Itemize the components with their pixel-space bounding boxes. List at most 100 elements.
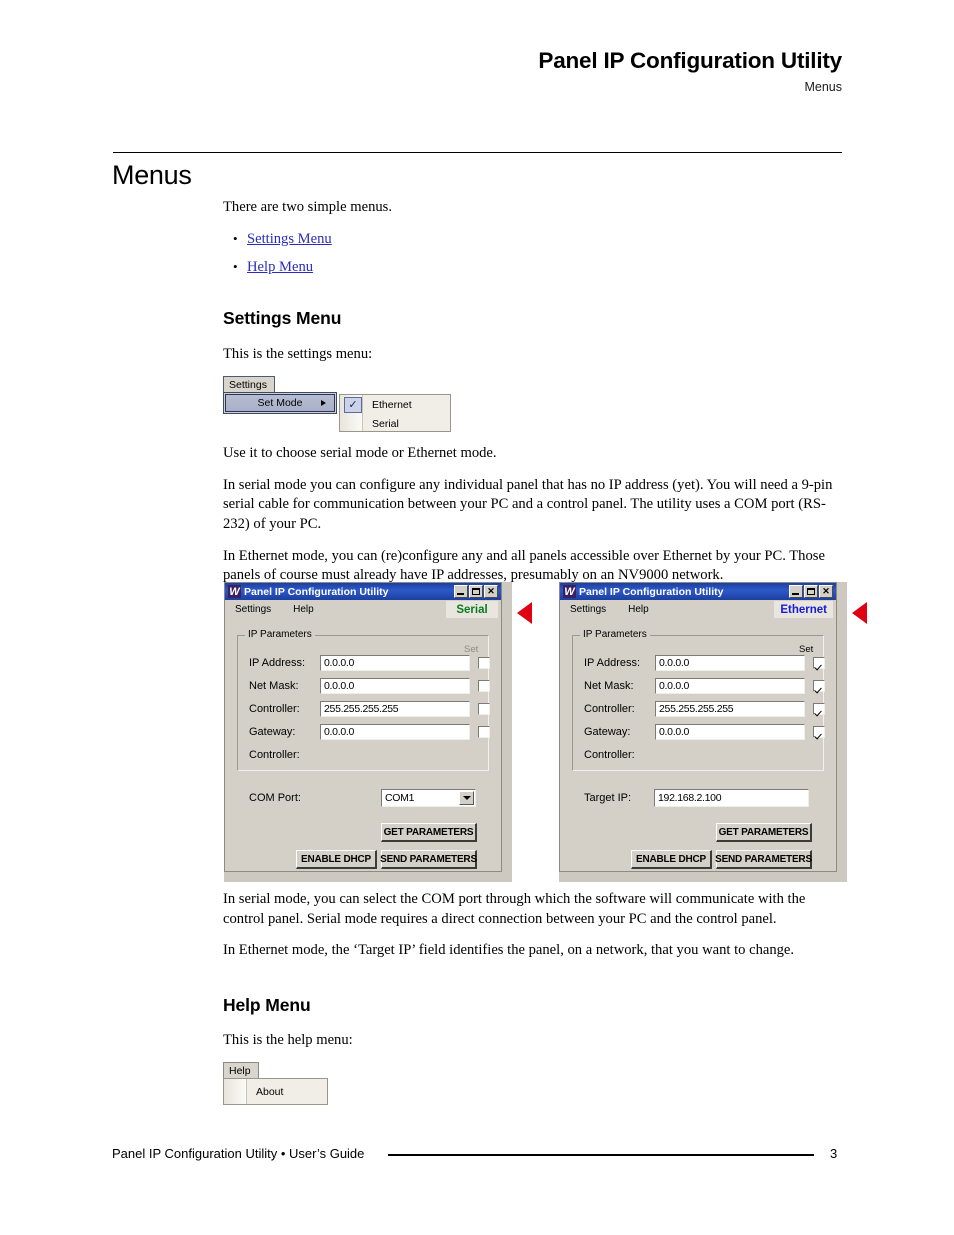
serial-checkbox-net-mask[interactable] [478, 680, 490, 692]
serial-label-com-port: COM Port: [249, 792, 301, 804]
serial-explanation-paragraph: In serial mode, you can select the COM p… [223, 891, 806, 927]
serial-enable-dhcp-button[interactable]: ENABLE DHCP [296, 850, 377, 869]
help-dropdown-panel: About [223, 1078, 328, 1106]
serial-input-controller[interactable]: 255.255.255.255 [320, 701, 470, 717]
close-icon[interactable]: ✕ [819, 585, 833, 598]
chevron-right-icon [321, 400, 326, 407]
header-title: Panel IP Configuration Utility [538, 48, 842, 73]
ethernet-label-controller-status: Controller: [584, 749, 635, 761]
serial-label-gateway: Gateway: [249, 726, 296, 738]
header-subtitle: Menus [804, 80, 842, 94]
serial-send-parameters-button[interactable]: SEND PARAMETERS [380, 850, 477, 869]
chevron-down-icon[interactable] [459, 791, 474, 805]
serial-window-title: Panel IP Configuration Utility [244, 585, 389, 598]
submenu-item-serial-label: Serial [372, 417, 399, 430]
serial-menu-settings[interactable]: Settings [235, 604, 271, 615]
ethernet-label-controller: Controller: [584, 703, 635, 715]
ethernet-titlebar: Panel IP Configuration Utility ✕ [560, 583, 836, 600]
settings-caption: This is the settings menu: [223, 345, 373, 362]
link-help-menu[interactable]: Help Menu [247, 259, 313, 275]
menubar-settings-tab[interactable]: Settings [223, 376, 275, 394]
heading-settings-menu: Settings Menu [223, 307, 342, 328]
link-settings-menu[interactable]: Settings Menu [247, 231, 332, 247]
settings-paragraph-1: Use it to choose serial mode or Ethernet… [223, 445, 497, 462]
serial-combo-com-port[interactable]: COM1 [381, 789, 476, 807]
ethernet-window-title: Panel IP Configuration Utility [579, 585, 724, 598]
ethernet-input-net-mask[interactable]: 0.0.0.0 [655, 678, 805, 694]
page-title: Menus [112, 160, 192, 190]
help-menu-item-about-label: About [256, 1085, 284, 1098]
serial-input-ip-address[interactable]: 0.0.0.0 [320, 655, 470, 671]
ethernet-input-gateway[interactable]: 0.0.0.0 [655, 724, 805, 740]
ethernet-checkbox-ip-address[interactable] [813, 657, 825, 669]
ethernet-label-net-mask: Net Mask: [584, 680, 634, 692]
app-logo-icon [228, 585, 241, 598]
help-caption: This is the help menu: [223, 1031, 353, 1048]
intro-lead: There are two simple menus. [223, 199, 392, 215]
close-icon[interactable]: ✕ [484, 585, 498, 598]
ethernet-dialog-window: Panel IP Configuration Utility ✕ Setting… [559, 582, 837, 872]
ethernet-checkbox-controller[interactable] [813, 703, 825, 715]
ethernet-send-parameters-button[interactable]: SEND PARAMETERS [715, 850, 812, 869]
help-menu-item-about[interactable]: About [224, 1079, 327, 1104]
ethernet-group-title: IP Parameters [580, 629, 650, 640]
submenu-item-ethernet[interactable]: ✓ Ethernet [340, 395, 450, 414]
submenu-item-serial[interactable]: Serial [340, 414, 450, 433]
ethernet-menu-help[interactable]: Help [628, 604, 649, 615]
serial-get-parameters-button[interactable]: GET PARAMETERS [381, 823, 477, 842]
serial-mode-indicator: Serial [446, 601, 498, 618]
submenu-item-ethernet-label: Ethernet [372, 398, 412, 411]
ethernet-callout-arrow-icon [852, 602, 867, 624]
ethernet-enable-dhcp-button[interactable]: ENABLE DHCP [631, 850, 712, 869]
ethernet-window-controls: ✕ [789, 585, 833, 598]
footer-text: Panel IP Configuration Utility • User’s … [112, 1146, 365, 1161]
ethernet-menu-settings[interactable]: Settings [570, 604, 606, 615]
serial-label-controller: Controller: [249, 703, 300, 715]
serial-callout-arrow-icon [517, 602, 532, 624]
serial-checkbox-ip-address[interactable] [478, 657, 490, 669]
maximize-icon[interactable] [469, 585, 483, 598]
serial-input-net-mask[interactable]: 0.0.0.0 [320, 678, 470, 694]
serial-checkbox-controller[interactable] [478, 703, 490, 715]
serial-input-gateway[interactable]: 0.0.0.0 [320, 724, 470, 740]
serial-label-ip-address: IP Address: [249, 657, 306, 669]
footer-divider [388, 1154, 814, 1156]
ethernet-label-target-ip: Target IP: [584, 792, 632, 804]
footer-page-number: 3 [830, 1146, 838, 1161]
menu-link-list: Settings Menu Help Menu [223, 229, 843, 277]
list-item: Settings Menu [223, 229, 843, 249]
minimize-icon[interactable] [454, 585, 468, 598]
settings-dropdown-panel: Set Mode [223, 392, 337, 415]
menu-item-set-mode[interactable]: Set Mode [225, 394, 335, 413]
ethernet-mode-indicator: Ethernet [774, 601, 833, 618]
ethernet-input-ip-address[interactable]: 0.0.0.0 [655, 655, 805, 671]
settings-paragraph-3: In Ethernet mode, you can (re)configure … [223, 547, 825, 584]
minimize-icon[interactable] [789, 585, 803, 598]
help-menu-screenshot: Help About [223, 1062, 843, 1112]
settings-menu-screenshot: Settings Set Mode ✓ Ethernet Serial [223, 376, 843, 444]
ethernet-label-ip-address: IP Address: [584, 657, 641, 669]
ethernet-input-controller[interactable]: 255.255.255.255 [655, 701, 805, 717]
heading-help-menu: Help Menu [223, 994, 311, 1015]
menu-item-set-mode-label: Set Mode [257, 397, 303, 410]
serial-menubar: Settings Help Serial [225, 600, 501, 619]
serial-checkbox-gateway[interactable] [478, 726, 490, 738]
ethernet-checkbox-gateway[interactable] [813, 726, 825, 738]
menubar-help-tab[interactable]: Help [223, 1062, 259, 1080]
ethernet-label-gateway: Gateway: [584, 726, 631, 738]
ethernet-menubar: Settings Help Ethernet [560, 600, 836, 619]
maximize-icon[interactable] [804, 585, 818, 598]
ethernet-checkbox-net-mask[interactable] [813, 680, 825, 692]
ethernet-input-target-ip[interactable]: 192.168.2.100 [654, 789, 809, 807]
serial-menu-help[interactable]: Help [293, 604, 314, 615]
header-divider [113, 152, 842, 153]
serial-combo-com-port-value: COM1 [385, 792, 415, 804]
serial-label-controller-status: Controller: [249, 749, 300, 761]
serial-titlebar: Panel IP Configuration Utility ✕ [225, 583, 501, 600]
ethernet-get-parameters-button[interactable]: GET PARAMETERS [716, 823, 812, 842]
serial-dialog-window: Panel IP Configuration Utility ✕ Setting… [224, 582, 502, 872]
main-content: There are two simple menus. Settings Men… [223, 198, 843, 598]
serial-label-net-mask: Net Mask: [249, 680, 299, 692]
check-icon: ✓ [344, 396, 362, 413]
serial-set-column-label: Set [464, 644, 479, 655]
